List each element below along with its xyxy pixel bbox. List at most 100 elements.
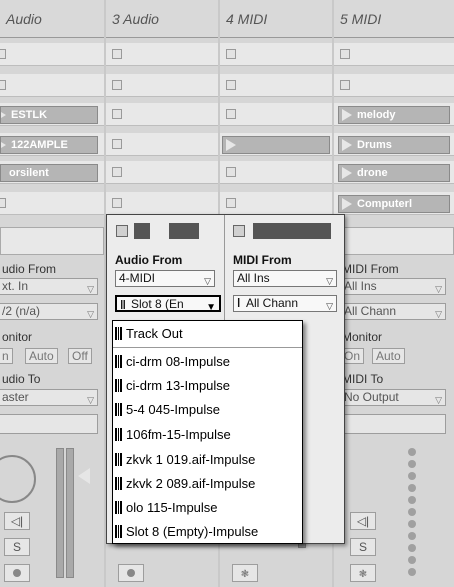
clip-slot[interactable] bbox=[220, 103, 332, 126]
play-icon[interactable] bbox=[342, 109, 352, 121]
clip-slot[interactable] bbox=[106, 161, 218, 184]
menu-item[interactable]: zkvk 2 089.aif-Impulse bbox=[115, 472, 255, 494]
stop-icon[interactable] bbox=[226, 49, 236, 59]
play-icon[interactable] bbox=[226, 139, 236, 151]
clip-slot[interactable] bbox=[0, 192, 104, 215]
stop-icon[interactable] bbox=[112, 167, 122, 177]
stop-icon[interactable] bbox=[340, 80, 350, 90]
menu-item[interactable]: Slot 8 (Empty)-Impulse bbox=[115, 520, 258, 542]
clip-slot[interactable]: Computerl bbox=[334, 192, 454, 215]
stop-icon[interactable] bbox=[0, 80, 6, 90]
stop-icon[interactable] bbox=[112, 109, 122, 119]
clip-slot[interactable] bbox=[220, 133, 332, 156]
clip-slot[interactable] bbox=[106, 192, 218, 215]
clip-slot[interactable]: melody bbox=[334, 103, 454, 126]
clip-slot[interactable]: drone bbox=[334, 161, 454, 184]
audio-from-select[interactable]: xt. In ▽ bbox=[0, 278, 98, 295]
clip-name: Computerl bbox=[357, 198, 412, 210]
stop-icon[interactable] bbox=[226, 167, 236, 177]
clip[interactable]: drone bbox=[338, 164, 450, 182]
play-icon[interactable] bbox=[342, 167, 352, 179]
clip-slot[interactable] bbox=[106, 43, 218, 66]
clip-slot[interactable]: ESTLK bbox=[0, 103, 104, 126]
stop-icon[interactable] bbox=[112, 198, 122, 208]
track-header-3-audio[interactable]: 3 Audio bbox=[106, 0, 218, 38]
arm-button[interactable] bbox=[4, 564, 30, 582]
arm-button[interactable] bbox=[118, 564, 144, 582]
menu-item[interactable]: ci-drm 13-Impulse bbox=[115, 374, 230, 396]
track-header-5-midi[interactable]: 5 MIDI bbox=[334, 0, 454, 38]
arm-button[interactable]: ❃ bbox=[350, 564, 376, 582]
clip[interactable]: melody bbox=[338, 106, 450, 124]
midi-from-select[interactable]: All Ins ▽ bbox=[233, 270, 337, 287]
menu-item[interactable]: 5-4 045-Impulse bbox=[115, 398, 220, 420]
clip[interactable]: Drums bbox=[338, 136, 450, 154]
stop-icon[interactable] bbox=[112, 49, 122, 59]
stop-icon[interactable] bbox=[226, 80, 236, 90]
monitor-off-button[interactable]: Off bbox=[68, 348, 92, 364]
clip-slot[interactable] bbox=[220, 192, 332, 215]
clip-slot[interactable] bbox=[220, 161, 332, 184]
menu-item[interactable]: zkvk 1 019.aif-Impulse bbox=[115, 448, 255, 470]
volume-fader-handle[interactable] bbox=[78, 468, 90, 484]
input-channel-select[interactable]: /2 (n/a) ▽ bbox=[0, 303, 98, 320]
menu-item[interactable]: olo 115-Impulse bbox=[115, 496, 218, 518]
midi-channel-select[interactable]: All Chann ▽ bbox=[340, 303, 446, 320]
clip-slot[interactable] bbox=[334, 74, 454, 97]
stop-icon[interactable] bbox=[112, 80, 122, 90]
monitor-in-button[interactable]: n bbox=[0, 348, 13, 364]
menu-item[interactable]: ci-drm 08-Impulse bbox=[115, 350, 230, 372]
clip-slot[interactable] bbox=[0, 227, 104, 255]
track-header-4-midi[interactable]: 4 MIDI bbox=[220, 0, 332, 38]
solo-button[interactable]: S bbox=[350, 538, 376, 556]
clip-slot[interactable] bbox=[106, 74, 218, 97]
clip[interactable]: Computerl bbox=[338, 195, 450, 213]
clip-slot[interactable]: Drums bbox=[334, 133, 454, 156]
track-header-audio[interactable]: Audio bbox=[0, 0, 104, 38]
stop-icon[interactable] bbox=[112, 139, 122, 149]
menu-item-track-out[interactable]: Track Out bbox=[115, 322, 183, 344]
monitor-auto-button[interactable]: Auto bbox=[372, 348, 405, 364]
play-icon[interactable] bbox=[342, 139, 352, 151]
audio-from-channel-select[interactable]: ǁ Slot 8 (En ▼ bbox=[115, 295, 221, 312]
clip[interactable]: ESTLK bbox=[0, 106, 98, 124]
midi-channel-select[interactable]: ǀ All Chann ▽ bbox=[233, 295, 337, 312]
clip[interactable]: orsilent bbox=[0, 164, 98, 182]
stop-icon[interactable] bbox=[226, 198, 236, 208]
play-icon[interactable] bbox=[1, 109, 6, 121]
sends-field[interactable] bbox=[340, 414, 446, 434]
stop-icon[interactable] bbox=[226, 109, 236, 119]
clip-slot[interactable]: 122AMPLE bbox=[0, 133, 104, 156]
midi-to-select[interactable]: No Output ▽ bbox=[340, 389, 446, 406]
clip-slot[interactable] bbox=[106, 133, 218, 156]
stop-icon[interactable] bbox=[233, 225, 245, 237]
play-icon[interactable] bbox=[1, 139, 6, 151]
menu-item[interactable]: 106fm-15-Impulse bbox=[115, 423, 231, 445]
clip-slot[interactable] bbox=[0, 43, 104, 66]
menu-item-label: 5-4 045-Impulse bbox=[126, 401, 220, 417]
speaker-icon[interactable]: ◁| bbox=[4, 512, 30, 530]
clip-slot[interactable] bbox=[334, 43, 454, 66]
clip[interactable]: 122AMPLE bbox=[0, 136, 98, 154]
play-icon[interactable] bbox=[342, 198, 352, 210]
meter-dots bbox=[408, 448, 418, 578]
clip-slot[interactable] bbox=[106, 103, 218, 126]
stop-icon[interactable] bbox=[0, 198, 6, 208]
clip-slot[interactable] bbox=[334, 227, 454, 255]
stop-icon[interactable] bbox=[0, 49, 6, 59]
speaker-icon[interactable]: ◁| bbox=[350, 512, 376, 530]
stop-icon[interactable] bbox=[116, 225, 128, 237]
clip-slot[interactable] bbox=[220, 43, 332, 66]
monitor-auto-button[interactable]: Auto bbox=[25, 348, 58, 364]
clip-slot[interactable] bbox=[220, 74, 332, 97]
clip-slot[interactable] bbox=[0, 74, 104, 97]
sends-field[interactable] bbox=[0, 414, 98, 434]
stop-icon[interactable] bbox=[340, 49, 350, 59]
arm-button[interactable]: ❃ bbox=[232, 564, 258, 582]
midi-from-select[interactable]: All Ins ▽ bbox=[340, 278, 446, 295]
clip-slot[interactable]: orsilent bbox=[0, 161, 104, 184]
solo-button[interactable]: S bbox=[4, 538, 30, 556]
audio-from-select[interactable]: 4-MIDI ▽ bbox=[115, 270, 215, 287]
clip-empty-playing[interactable] bbox=[222, 136, 330, 154]
audio-to-select[interactable]: aster ▽ bbox=[0, 389, 98, 406]
